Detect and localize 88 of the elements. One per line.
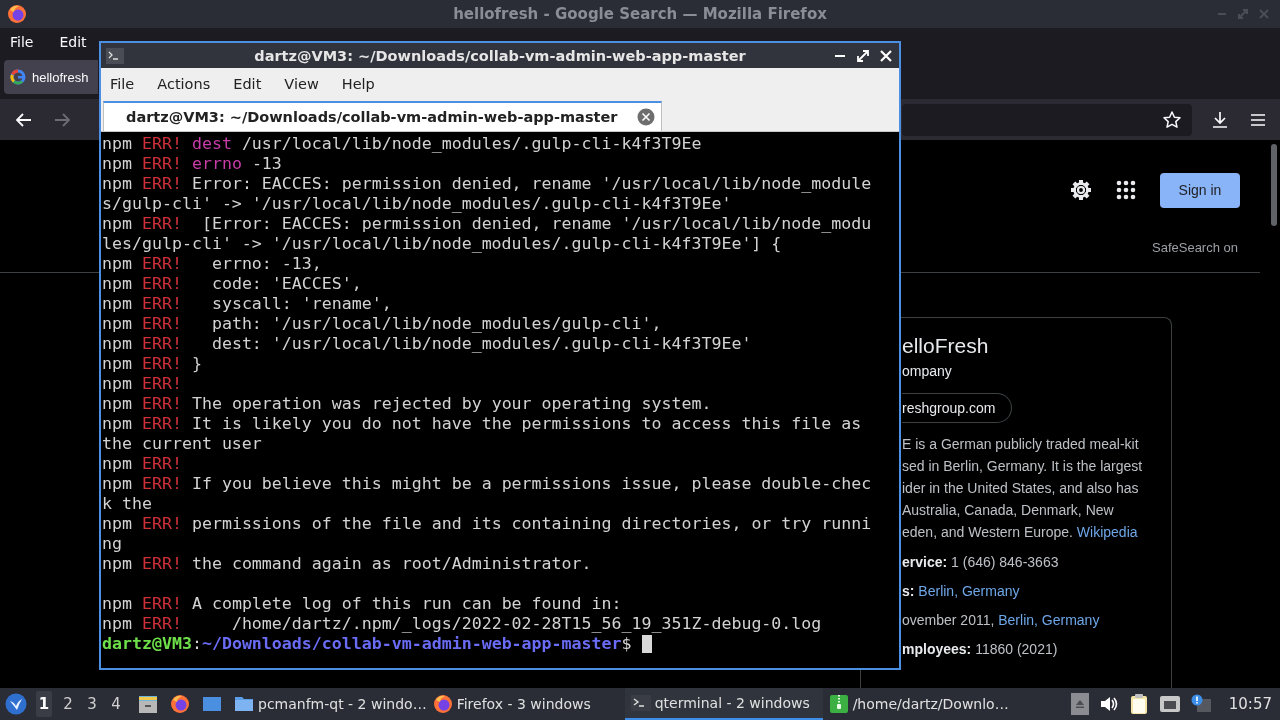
fact-line: s: Berlin, Germany	[902, 583, 1021, 601]
scrollbar[interactable]	[1271, 144, 1277, 226]
terminal-line: npm ERR! }	[102, 354, 202, 374]
terminal-icon	[630, 693, 651, 713]
terminal-line: npm ERR! The operation was rejected by your operating system.	[102, 394, 712, 414]
menu-item[interactable]: Edit	[233, 76, 262, 92]
terminal-line: npm ERR! [Error: EACCES: permission denied, rename '/usr/local/lib/node_modu	[102, 214, 872, 234]
description-line: Australia, Canada, Denmark, New	[902, 501, 1115, 520]
wikipedia-link[interactable]: Wikipedia	[1076, 524, 1138, 540]
google-icon	[10, 69, 26, 85]
terminal-line: ng	[102, 534, 122, 554]
window-icon[interactable]	[202, 694, 222, 714]
close-icon	[1258, 8, 1270, 20]
folder-icon	[234, 694, 254, 714]
taskbar-task[interactable]: pcmanfm-qt - 2 windo…	[228, 688, 427, 720]
notification-icon[interactable]	[1190, 694, 1213, 714]
terminal-line: npm ERR! dest: '/usr/local/lib/node_modules/.gulp-cli-k4f3T9Ee'	[102, 334, 752, 354]
eject-icon[interactable]	[1070, 693, 1089, 715]
terminal-line: les/gulp-cli' -> '/usr/local/lib/node_modules/.gulp-cli-k4f3T9Ee'] {	[102, 234, 782, 254]
fact-line: mployees: 11860 (2021)	[902, 641, 1059, 659]
terminal-line: npm ERR! permissions of the file and its containing directories, or try runni	[102, 514, 872, 534]
menu-item[interactable]: Help	[341, 76, 375, 92]
description-line: sed in Berlin, Germany. It is the largest	[902, 457, 1144, 476]
terminal-icon	[106, 47, 124, 64]
maximize-icon[interactable]	[857, 49, 869, 62]
terminal-line: k the	[102, 494, 152, 514]
close-tab-icon[interactable]	[637, 108, 656, 126]
entity-type: ompany	[902, 363, 953, 379]
apps-grid-icon[interactable]	[1116, 180, 1136, 200]
download-icon[interactable]	[1210, 109, 1230, 130]
description-line: E is a German publicly traded meal-kit	[902, 435, 1140, 454]
place-link[interactable]: Berlin, Germany	[998, 612, 1100, 628]
menu-item[interactable]: File	[110, 76, 135, 92]
terminal-line: npm ERR! It is likely you do not have the permissions to access this file as	[102, 414, 862, 434]
firefox-icon[interactable]	[170, 694, 190, 714]
volume-icon[interactable]	[1098, 694, 1119, 714]
settings-icon[interactable]	[1070, 179, 1092, 201]
shell-prompt: dartz@VM3:~/Downloads/collab-vm-admin-web-app-master$	[102, 634, 632, 654]
workspace-button[interactable]: 2	[60, 691, 76, 717]
terminal-line: npm ERR!	[102, 374, 182, 394]
network-icon[interactable]	[1158, 694, 1181, 714]
menu-item[interactable]: Actions	[157, 76, 211, 92]
terminal-line: npm ERR! A complete log of this run can be found in:	[102, 594, 622, 614]
terminal-line: npm ERR! dest /usr/local/lib/node_modules/.gulp-cli-k4f3T9Ee	[102, 134, 702, 154]
clipboard-icon[interactable]	[1128, 693, 1149, 715]
taskbar-task[interactable]: /home/dartz/Downlo…	[822, 688, 1021, 720]
terminal-line: npm ERR! path: '/usr/local/lib/node_modules/gulp-cli',	[102, 314, 662, 334]
terminal-line: npm ERR! syscall: 'rename',	[102, 294, 392, 314]
firefox-icon	[7, 4, 27, 24]
terminal-line: npm ERR! If you believe this might be a permissions issue, please double-chec	[102, 474, 872, 494]
terminal-line: npm ERR! errno -13	[102, 154, 282, 174]
close-icon[interactable]	[880, 49, 892, 62]
workspace-button[interactable]: 1	[36, 691, 52, 717]
terminal-line: npm ERR! code: 'EACCES',	[102, 274, 362, 294]
clock[interactable]: 10:57	[1228, 695, 1272, 713]
star-icon[interactable]	[1162, 109, 1182, 130]
terminal-line: npm ERR! the command again as root/Administrator.	[102, 554, 592, 574]
entity-title: elloFresh	[902, 334, 990, 359]
maximize-icon	[1237, 8, 1249, 20]
terminal-tab[interactable]: dartz@VM3: ~/Downloads/collab-vm-admin-web-app-master	[103, 101, 663, 131]
terminal-line: npm ERR!	[102, 454, 182, 474]
sign-in-button[interactable]: Sign in	[1160, 172, 1240, 208]
menu-item[interactable]: View	[284, 76, 319, 92]
window-title: dartz@VM3: ~/Downloads/collab-vm-admin-web-app-master	[254, 47, 746, 64]
archive-icon	[828, 694, 849, 714]
taskbar-task[interactable]: Firefox - 3 windows	[426, 688, 625, 720]
safesearch-label[interactable]: SafeSearch on	[1152, 240, 1238, 262]
menu-item[interactable]: File	[10, 33, 34, 50]
fact-line: ovember 2011, Berlin, Germany	[902, 612, 1101, 630]
menu-item[interactable]: Edit	[59, 33, 87, 50]
terminal-line: s/gulp-cli' -> '/usr/local/lib/node_modules/.gulp-cli-k4f3T9Ee'	[102, 194, 732, 214]
browser-tab[interactable]: hellofresh	[4, 60, 98, 94]
fact-line: ervice: 1 (646) 846-3663	[902, 554, 1060, 572]
description-line: ider in the United States, and also has	[902, 479, 1140, 498]
terminal-line: npm ERR! /home/dartz/.npm/_logs/2022-02-28T15_56_19_351Z-debug-0.log	[102, 614, 822, 634]
terminal-line: npm ERR! Error: EACCES: permission denied, rename '/usr/local/lib/node_module	[102, 174, 872, 194]
terminal-line: the current user	[102, 434, 262, 454]
terminal-line: npm ERR! errno: -13,	[102, 254, 322, 274]
firefox-icon	[432, 694, 453, 714]
taskbar-task[interactable]: qterminal - 2 windows	[624, 688, 823, 720]
place-link[interactable]: Berlin, Germany	[918, 583, 1020, 599]
text-cursor	[641, 635, 652, 653]
description-line: eden, and Western Europe. Wikipedia	[902, 523, 1139, 542]
workspace-button[interactable]: 4	[108, 691, 124, 717]
start-menu-icon[interactable]	[5, 693, 27, 715]
window-title: hellofresh - Google Search — Mozilla Firefox	[453, 5, 827, 23]
file-cabinet-icon[interactable]	[138, 694, 158, 714]
workspace-button[interactable]: 3	[84, 691, 100, 717]
